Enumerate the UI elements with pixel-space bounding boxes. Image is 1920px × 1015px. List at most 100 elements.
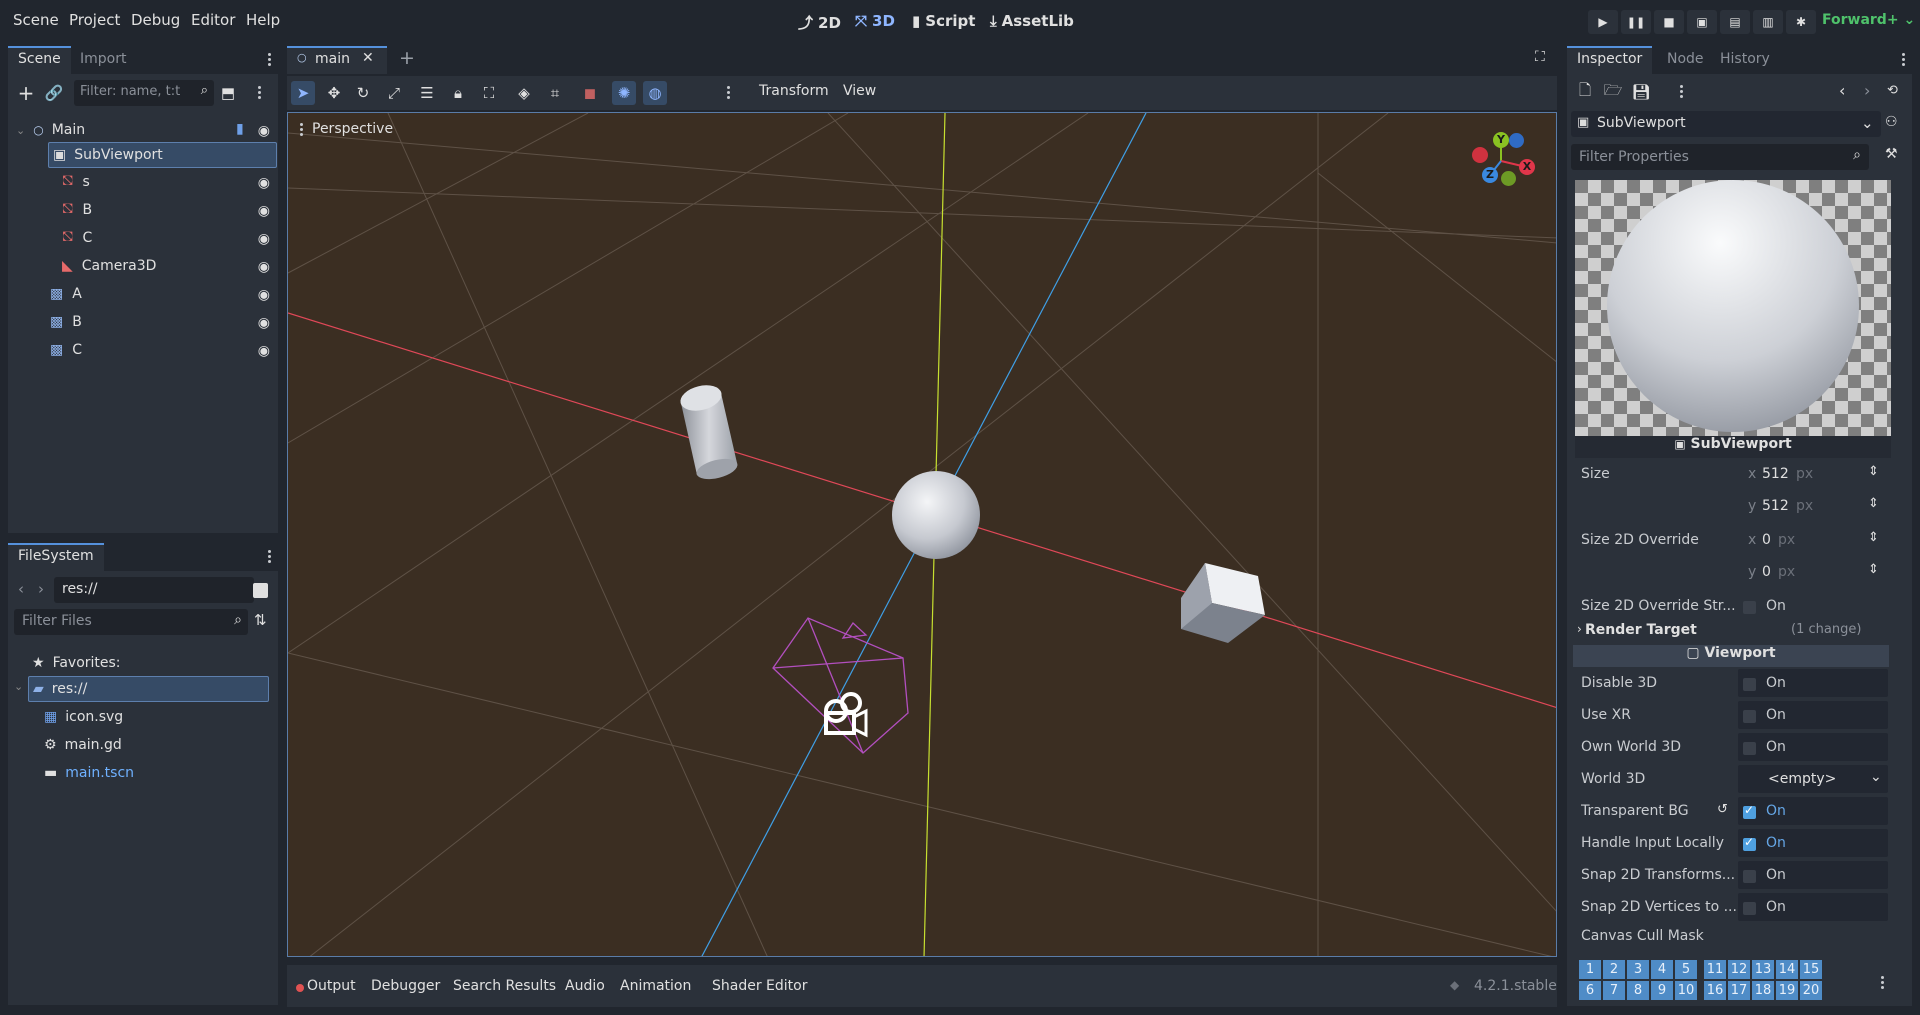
- menu-scene[interactable]: Scene: [13, 11, 59, 29]
- workspace-3d-button[interactable]: ⤧ 3D: [855, 12, 895, 30]
- play-button[interactable]: ▶: [1588, 10, 1618, 34]
- cull-layer-6[interactable]: 6: [1579, 981, 1601, 1000]
- workspace-script-button[interactable]: ▮ Script: [912, 12, 975, 30]
- perspective-menu[interactable]: Perspective: [300, 121, 393, 137]
- cylinder-mesh[interactable]: [678, 381, 740, 483]
- object-history-icon[interactable]: ⟲: [1887, 83, 1898, 98]
- snap-2d-vertices-checkbox[interactable]: On: [1738, 893, 1888, 921]
- gizmo-neg-z[interactable]: [1509, 133, 1524, 148]
- handle-input-locally-checkbox[interactable]: On: [1738, 829, 1888, 857]
- cull-layer-5[interactable]: 5: [1675, 960, 1697, 979]
- cull-layer-10[interactable]: 10: [1675, 981, 1697, 1000]
- sphere-mesh[interactable]: [892, 471, 980, 559]
- transform-menu[interactable]: Transform: [759, 83, 829, 99]
- forward-icon[interactable]: ›: [38, 580, 44, 598]
- cull-layer-17[interactable]: 17: [1728, 981, 1750, 1000]
- tab-animation[interactable]: Animation: [620, 978, 691, 994]
- back-icon[interactable]: ‹: [18, 580, 24, 598]
- cull-layer-13[interactable]: 13: [1752, 960, 1774, 979]
- eye-icon[interactable]: ◉: [258, 287, 270, 303]
- cube-mesh[interactable]: [1181, 563, 1265, 643]
- inspector-dock-menu-icon[interactable]: [1902, 53, 1906, 66]
- instantiate-link-icon[interactable]: 🔗: [42, 81, 66, 105]
- local-space-icon[interactable]: ◈: [512, 81, 536, 105]
- tab-shader-editor[interactable]: Shader Editor: [712, 978, 807, 994]
- move-tool-icon[interactable]: ✥: [322, 81, 346, 105]
- movie-maker-button[interactable]: ✱: [1786, 10, 1816, 34]
- tree-item-c-mesh[interactable]: ⛞ C ◉: [14, 226, 270, 250]
- save-icon[interactable]: 💾︎: [1629, 80, 1653, 104]
- cull-layer-9[interactable]: 9: [1651, 981, 1673, 1000]
- tree-item-s[interactable]: ⛞ s ◉: [14, 170, 270, 194]
- script-attached-icon[interactable]: ▮: [236, 121, 244, 137]
- lock-icon[interactable]: 🔒︎: [446, 81, 470, 105]
- snap-icon[interactable]: ⌗: [543, 81, 567, 105]
- camera-gizmo-icon[interactable]: [824, 692, 868, 738]
- fs-item-res[interactable]: ▰ res://: [28, 676, 269, 702]
- scene-tab-main[interactable]: ○ main ✕: [287, 46, 387, 74]
- list-select-icon[interactable]: ☰: [415, 81, 439, 105]
- world-3d-resource-picker[interactable]: <empty> ⌄: [1738, 765, 1888, 793]
- cull-layer-7[interactable]: 7: [1603, 981, 1625, 1000]
- workspace-assetlib-button[interactable]: ⤓ AssetLib: [990, 12, 1074, 30]
- scale-tool-icon[interactable]: ⤢: [382, 81, 406, 105]
- view-menu[interactable]: View: [843, 83, 876, 99]
- eye-icon[interactable]: ◉: [258, 175, 270, 191]
- tab-history[interactable]: History: [1710, 46, 1780, 74]
- gizmo-y[interactable]: Y: [1493, 132, 1509, 148]
- size2d-y-field[interactable]: y 0 px ⇕: [1738, 558, 1888, 586]
- size2d-x-field[interactable]: x 0 px ⇕: [1738, 526, 1888, 554]
- cull-layer-3[interactable]: 3: [1627, 960, 1649, 979]
- sun-toggle-icon[interactable]: ✺: [612, 81, 636, 105]
- own-world-3d-checkbox[interactable]: On: [1738, 733, 1888, 761]
- menu-editor[interactable]: Editor: [191, 11, 235, 29]
- pause-button[interactable]: ❚❚: [1621, 10, 1651, 34]
- cull-layer-1[interactable]: 1: [1579, 960, 1601, 979]
- eye-icon[interactable]: ◉: [258, 315, 270, 331]
- preview-camera-icon[interactable]: ◼: [578, 81, 602, 105]
- disable-3d-checkbox[interactable]: On: [1738, 669, 1888, 697]
- tab-import[interactable]: Import: [70, 46, 136, 74]
- cull-layer-20[interactable]: 20: [1800, 981, 1822, 1000]
- property-tools-icon[interactable]: ⚒: [1885, 146, 1898, 162]
- history-forward-icon[interactable]: ›: [1864, 81, 1870, 100]
- size-y-field[interactable]: y 512 px ⇕: [1738, 492, 1888, 520]
- fullscreen-icon[interactable]: ⛶: [1535, 49, 1545, 65]
- tab-output[interactable]: Output: [307, 978, 356, 994]
- filter-properties-input[interactable]: Filter Properties ⌕: [1571, 144, 1869, 170]
- menu-help[interactable]: Help: [246, 11, 280, 29]
- orientation-gizmo[interactable]: Y X Z: [1468, 131, 1538, 191]
- eye-icon[interactable]: ◉: [258, 343, 270, 359]
- stepper-icon[interactable]: ⇕: [1868, 464, 1879, 479]
- rotate-tool-icon[interactable]: ↻: [351, 81, 375, 105]
- attach-script-icon[interactable]: ⬒: [216, 81, 240, 105]
- cull-layer-19[interactable]: 19: [1776, 981, 1798, 1000]
- size2d-stretch-checkbox[interactable]: On: [1738, 592, 1888, 620]
- cull-layer-15[interactable]: 15: [1800, 960, 1822, 979]
- sort-icon[interactable]: ⇅: [254, 611, 267, 629]
- cull-layer-16[interactable]: 16: [1704, 981, 1726, 1000]
- tab-scene[interactable]: Scene: [8, 46, 71, 74]
- add-tab-icon[interactable]: +: [399, 47, 415, 69]
- fs-item-icon-svg[interactable]: ▦ icon.svg: [44, 705, 123, 729]
- tab-filesystem[interactable]: FileSystem: [8, 543, 104, 571]
- history-back-icon[interactable]: ‹: [1839, 81, 1845, 100]
- cull-layer-12[interactable]: 12: [1728, 960, 1750, 979]
- scene-tree-menu-icon[interactable]: [258, 86, 262, 99]
- eye-icon[interactable]: ◉: [258, 123, 270, 139]
- tree-item-main[interactable]: ⌄ ○ Main ▮ ◉: [14, 118, 270, 142]
- tab-debugger[interactable]: Debugger: [371, 978, 440, 994]
- viewport-section-header[interactable]: ▢ Viewport: [1573, 645, 1889, 667]
- tree-item-subviewport[interactable]: ▣ SubViewport: [48, 142, 277, 168]
- tree-item-c[interactable]: ▩ C ◉: [14, 338, 270, 362]
- split-mode-icon[interactable]: [253, 583, 268, 598]
- tab-search-results[interactable]: Search Results: [453, 978, 556, 994]
- remote-debug-button[interactable]: ▣: [1687, 10, 1717, 34]
- render-target-section[interactable]: › Render Target (1 change): [1573, 620, 1889, 642]
- path-field[interactable]: res://: [54, 577, 254, 603]
- object-selector[interactable]: ▣ SubViewport ⌄: [1571, 111, 1881, 137]
- cull-layer-11[interactable]: 11: [1704, 960, 1726, 979]
- cull-layer-4[interactable]: 4: [1651, 960, 1673, 979]
- filesystem-filter-input[interactable]: Filter Files ⌕: [14, 609, 248, 635]
- tree-item-a[interactable]: ▩ A ◉: [14, 282, 270, 306]
